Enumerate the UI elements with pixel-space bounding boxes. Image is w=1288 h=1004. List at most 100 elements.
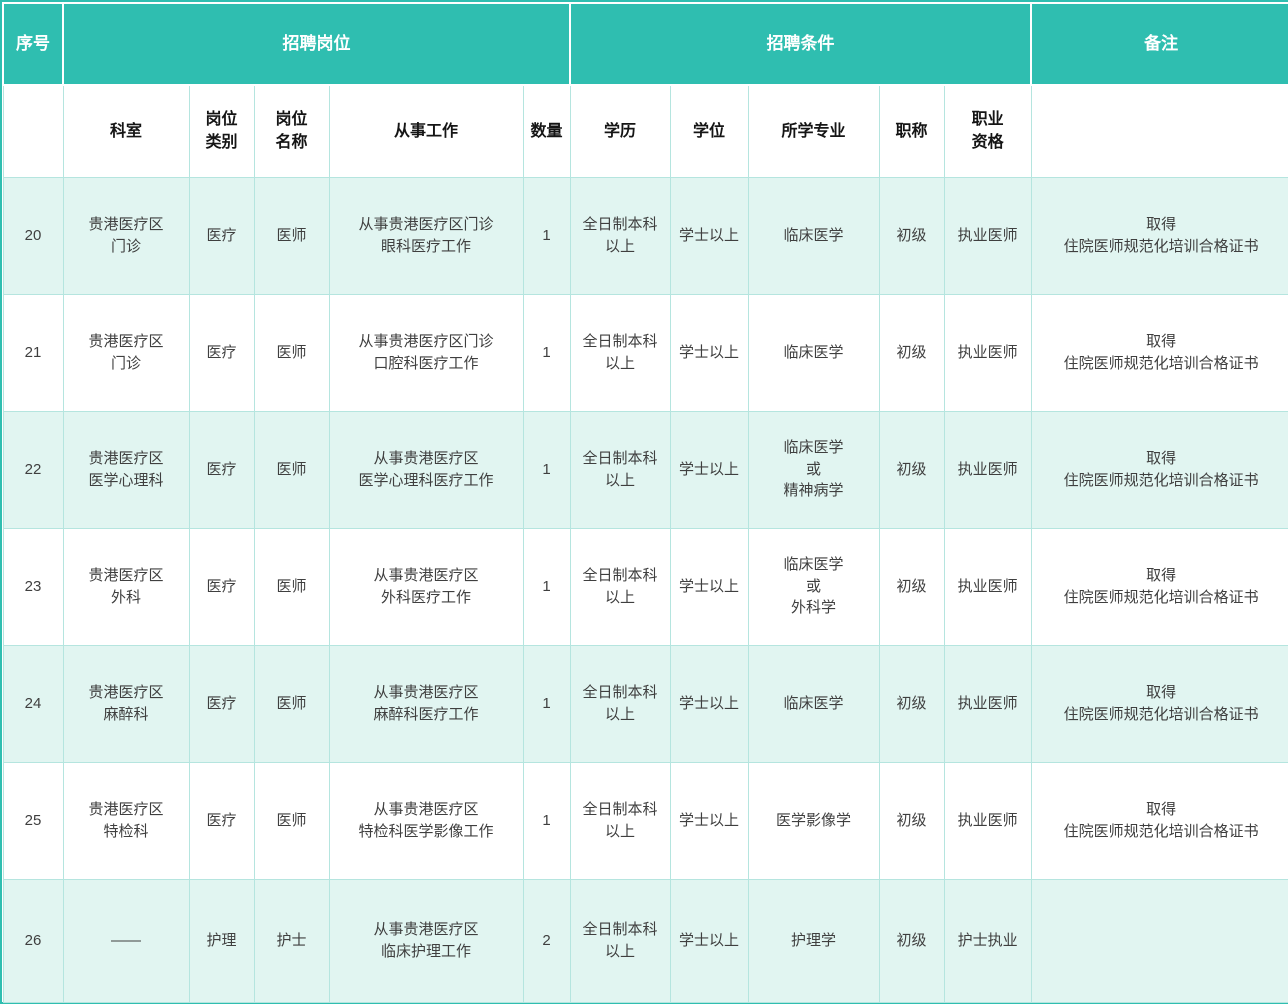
cell-duty: 从事贵港医疗区 医学心理科医疗工作 [329,411,523,528]
subheader-dept: 科室 [63,85,189,177]
cell-rank: 初级 [879,528,944,645]
cell-note: 取得 住院医师规范化培训合格证书 [1031,411,1288,528]
header-recruit-condition-group: 招聘条件 [570,3,1031,85]
cell-rank: 初级 [879,177,944,294]
cell-dept: 贵港医疗区 外科 [63,528,189,645]
cell-degree: 学士以上 [670,528,748,645]
cell-major: 护理学 [748,879,879,1002]
cell-major: 临床医学 或 精神病学 [748,411,879,528]
cell-count: 1 [523,177,570,294]
cell-qualification: 执业医师 [944,762,1031,879]
cell-duty: 从事贵港医疗区 临床护理工作 [329,879,523,1002]
cell-no: 24 [3,645,63,762]
cell-qualification: 护士执业 [944,879,1031,1002]
subheader-empty-remarks [1031,85,1288,177]
cell-education: 全日制本科 以上 [570,177,670,294]
cell-dept: 贵港医疗区 医学心理科 [63,411,189,528]
cell-count: 1 [523,411,570,528]
cell-title: 医师 [254,294,329,411]
cell-count: 2 [523,879,570,1002]
cell-degree: 学士以上 [670,411,748,528]
cell-count: 1 [523,762,570,879]
cell-title: 医师 [254,528,329,645]
header-group-row: 序号 招聘岗位 招聘条件 备注 [3,3,1288,85]
cell-duty: 从事贵港医疗区 特检科医学影像工作 [329,762,523,879]
table-row: 25 贵港医疗区 特检科 医疗 医师 从事贵港医疗区 特检科医学影像工作 1 全… [3,762,1288,879]
cell-qualification: 执业医师 [944,528,1031,645]
subheader-empty-serial [3,85,63,177]
cell-rank: 初级 [879,645,944,762]
recruitment-table-container: 序号 招聘岗位 招聘条件 备注 科室 岗位 类别 岗位 名称 从事工作 数量 学… [0,0,1288,1004]
subheader-title: 岗位 名称 [254,85,329,177]
cell-no: 26 [3,879,63,1002]
subheader-count: 数量 [523,85,570,177]
table-row: 22 贵港医疗区 医学心理科 医疗 医师 从事贵港医疗区 医学心理科医疗工作 1… [3,411,1288,528]
cell-category: 医疗 [189,177,254,294]
cell-degree: 学士以上 [670,762,748,879]
cell-degree: 学士以上 [670,879,748,1002]
cell-note: 取得 住院医师规范化培训合格证书 [1031,762,1288,879]
cell-count: 1 [523,645,570,762]
cell-major: 临床医学 或 外科学 [748,528,879,645]
cell-major: 临床医学 [748,645,879,762]
cell-rank: 初级 [879,294,944,411]
cell-education: 全日制本科 以上 [570,528,670,645]
cell-no: 22 [3,411,63,528]
cell-title: 医师 [254,645,329,762]
cell-rank: 初级 [879,411,944,528]
header-serial: 序号 [3,3,63,85]
cell-title: 医师 [254,411,329,528]
cell-duty: 从事贵港医疗区 外科医疗工作 [329,528,523,645]
table-row: 26 —— 护理 护士 从事贵港医疗区 临床护理工作 2 全日制本科 以上 学士… [3,879,1288,1002]
cell-note: 取得 住院医师规范化培训合格证书 [1031,645,1288,762]
cell-major: 临床医学 [748,177,879,294]
table-body: 20 贵港医疗区 门诊 医疗 医师 从事贵港医疗区门诊 眼科医疗工作 1 全日制… [3,177,1288,1002]
table-row: 21 贵港医疗区 门诊 医疗 医师 从事贵港医疗区门诊 口腔科医疗工作 1 全日… [3,294,1288,411]
cell-no: 20 [3,177,63,294]
cell-category: 医疗 [189,294,254,411]
subheader-duty: 从事工作 [329,85,523,177]
cell-no: 23 [3,528,63,645]
cell-duty: 从事贵港医疗区门诊 眼科医疗工作 [329,177,523,294]
cell-note: 取得 住院医师规范化培训合格证书 [1031,294,1288,411]
cell-qualification: 执业医师 [944,411,1031,528]
cell-dept: 贵港医疗区 门诊 [63,177,189,294]
table-header: 序号 招聘岗位 招聘条件 备注 科室 岗位 类别 岗位 名称 从事工作 数量 学… [3,3,1288,177]
subheader-rank: 职称 [879,85,944,177]
cell-no: 21 [3,294,63,411]
cell-count: 1 [523,528,570,645]
cell-category: 医疗 [189,645,254,762]
header-sub-row: 科室 岗位 类别 岗位 名称 从事工作 数量 学历 学位 所学专业 职称 职业 … [3,85,1288,177]
cell-rank: 初级 [879,762,944,879]
cell-degree: 学士以上 [670,645,748,762]
cell-education: 全日制本科 以上 [570,762,670,879]
header-recruit-position-group: 招聘岗位 [63,3,570,85]
cell-major: 临床医学 [748,294,879,411]
header-remarks: 备注 [1031,3,1288,85]
recruitment-table: 序号 招聘岗位 招聘条件 备注 科室 岗位 类别 岗位 名称 从事工作 数量 学… [2,2,1288,1003]
subheader-degree: 学位 [670,85,748,177]
cell-qualification: 执业医师 [944,177,1031,294]
table-row: 24 贵港医疗区 麻醉科 医疗 医师 从事贵港医疗区 麻醉科医疗工作 1 全日制… [3,645,1288,762]
cell-education: 全日制本科 以上 [570,294,670,411]
cell-qualification: 执业医师 [944,294,1031,411]
table-row: 20 贵港医疗区 门诊 医疗 医师 从事贵港医疗区门诊 眼科医疗工作 1 全日制… [3,177,1288,294]
cell-category: 医疗 [189,411,254,528]
cell-note: 取得 住院医师规范化培训合格证书 [1031,177,1288,294]
cell-dept: 贵港医疗区 特检科 [63,762,189,879]
subheader-major: 所学专业 [748,85,879,177]
cell-education: 全日制本科 以上 [570,645,670,762]
cell-education: 全日制本科 以上 [570,879,670,1002]
cell-degree: 学士以上 [670,294,748,411]
cell-count: 1 [523,294,570,411]
cell-education: 全日制本科 以上 [570,411,670,528]
cell-note: 取得 住院医师规范化培训合格证书 [1031,528,1288,645]
cell-note [1031,879,1288,1002]
cell-category: 医疗 [189,528,254,645]
cell-dept: 贵港医疗区 门诊 [63,294,189,411]
cell-title: 医师 [254,762,329,879]
cell-category: 护理 [189,879,254,1002]
cell-dept: 贵港医疗区 麻醉科 [63,645,189,762]
subheader-category: 岗位 类别 [189,85,254,177]
cell-major: 医学影像学 [748,762,879,879]
